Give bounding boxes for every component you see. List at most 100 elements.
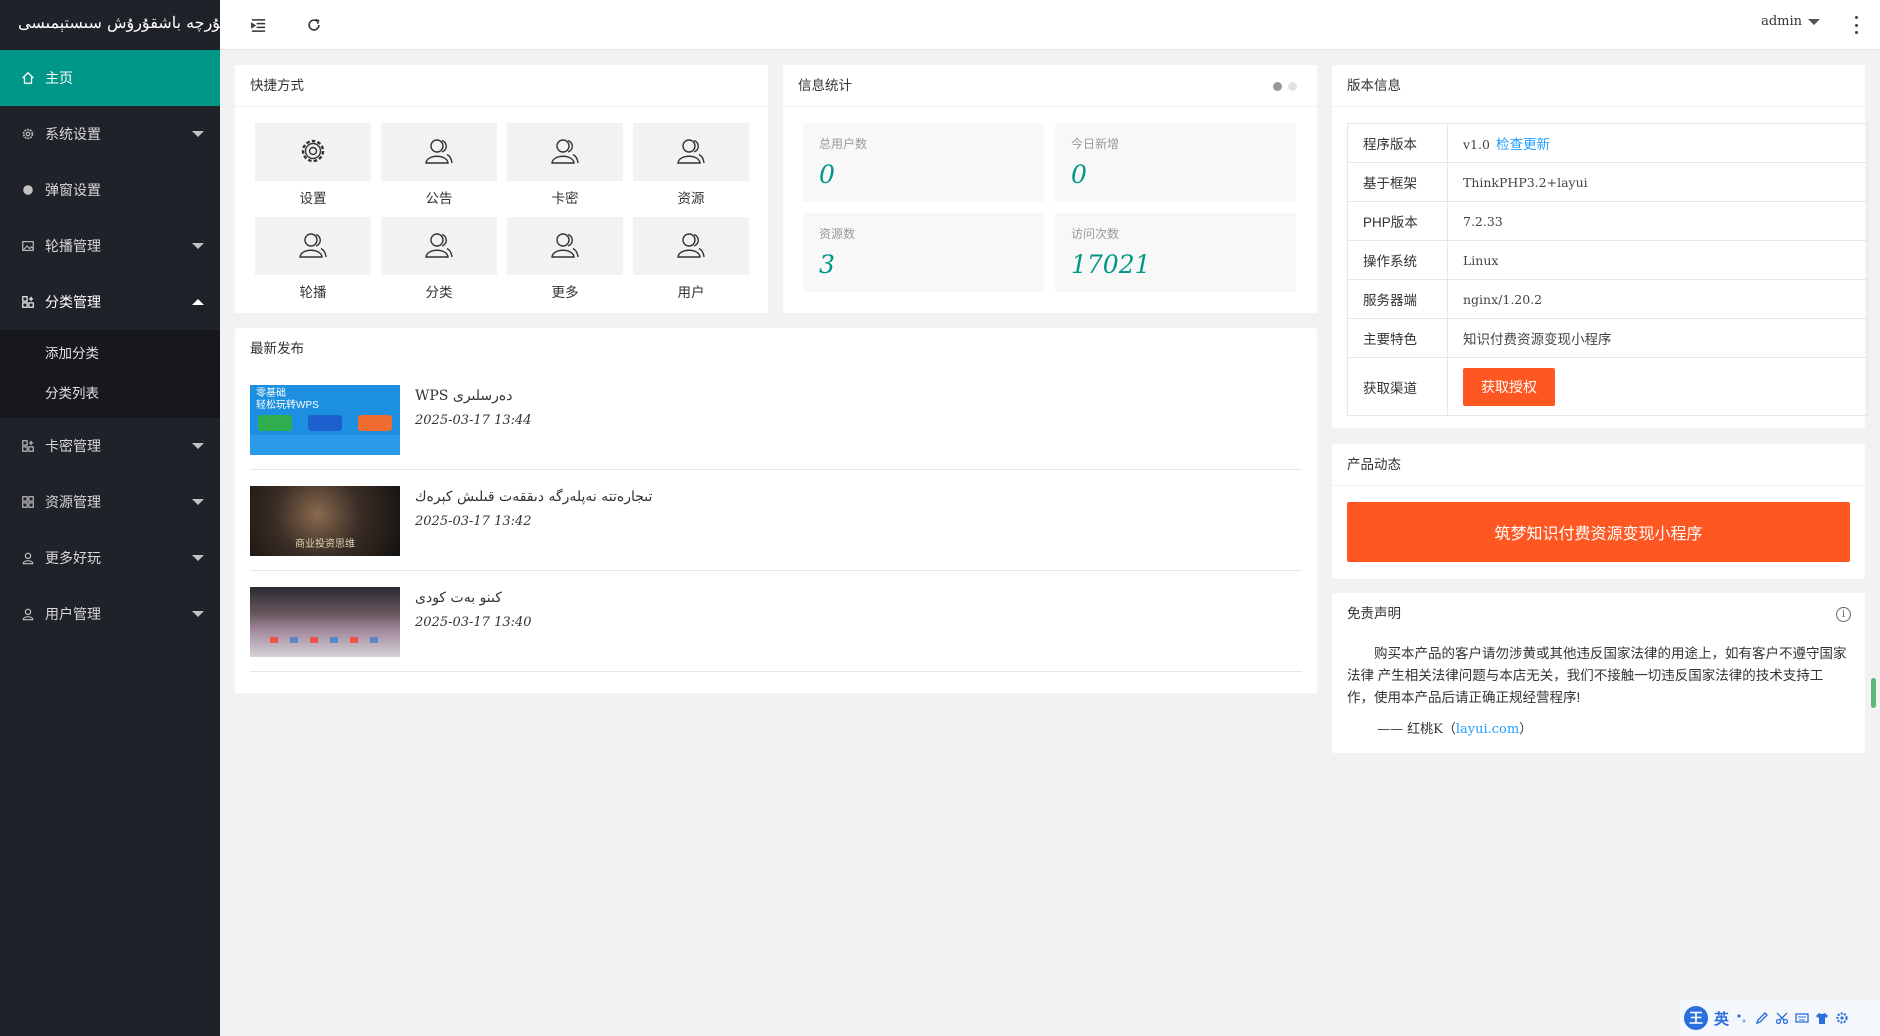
username: admin xyxy=(1761,14,1802,29)
product-banner-button[interactable]: 筑梦知识付费资源变现小程序 xyxy=(1347,502,1850,562)
sidebar-item-more-fun[interactable]: 更多好玩 xyxy=(0,530,220,586)
signature-link[interactable]: layui.com xyxy=(1456,722,1519,737)
shortcut-carousel[interactable]: 轮播 xyxy=(255,217,371,301)
shortcut-resource[interactable]: 资源 xyxy=(633,123,749,207)
shortcut-label: 用户 xyxy=(677,285,705,300)
image-icon xyxy=(20,238,36,254)
shortcut-label: 资源 xyxy=(677,191,705,206)
version-value: v1.0 xyxy=(1463,137,1490,152)
scissors-icon[interactable] xyxy=(1775,1011,1789,1025)
table-row: 服务器端 nginx/1.20.2 xyxy=(1347,279,1868,319)
shortcut-label: 卡密 xyxy=(551,191,579,206)
signature-suffix: ） xyxy=(1519,722,1533,737)
sidebar-item-resource[interactable]: 资源管理 xyxy=(0,474,220,530)
shortcut-label: 更多 xyxy=(551,285,579,300)
app-logo: ئۇيغۇرچە باشقۇرۇش سىستېمىسى总后台 xyxy=(0,0,220,50)
version-info-card: 版本信息 程序版本 v1.0 检查更新 基于框架 ThinkPHP3.2+layu… xyxy=(1332,65,1868,428)
shortcut-card[interactable]: 卡密 xyxy=(507,123,623,207)
chevron-up-icon xyxy=(192,299,204,305)
sidebar-item-category[interactable]: 分类管理 xyxy=(0,274,220,330)
sidebar-item-users[interactable]: 用户管理 xyxy=(0,586,220,642)
shortcut-settings[interactable]: 设置 xyxy=(255,123,371,207)
punctuation-icon[interactable] xyxy=(1735,1011,1749,1025)
card-title: 版本信息 xyxy=(1332,65,1865,107)
user-menu[interactable]: admin xyxy=(1761,14,1820,29)
sidebar-item-home[interactable]: 主页 xyxy=(0,50,220,106)
get-license-button[interactable]: 获取授权 xyxy=(1463,367,1555,406)
table-value: 知识付费资源变现小程序 xyxy=(1447,318,1868,358)
app-icon xyxy=(20,494,36,510)
sidebar-item-system-settings[interactable]: 系统设置 xyxy=(0,106,220,162)
shirt-icon[interactable] xyxy=(1815,1011,1829,1025)
table-value: Linux xyxy=(1447,240,1868,280)
news-thumbnail xyxy=(250,587,400,657)
info-icon[interactable]: i xyxy=(1836,607,1851,622)
pen-icon[interactable] xyxy=(1755,1011,1769,1025)
stat-resources: 资源数 3 xyxy=(803,213,1044,292)
sidebar-submenu: 添加分类 分类列表 xyxy=(0,330,220,418)
sidebar-subitem-add-category[interactable]: 添加分类 xyxy=(0,334,220,374)
chevron-down-icon xyxy=(192,499,204,505)
shortcut-category[interactable]: 分类 xyxy=(381,217,497,301)
user-icon xyxy=(549,229,581,264)
news-item[interactable]: كىنو بەت كودى 2025-03-17 13:40 xyxy=(250,572,1302,672)
card-title: 快捷方式 xyxy=(235,65,768,107)
refresh-icon[interactable] xyxy=(304,15,324,35)
shortcut-label: 分类 xyxy=(425,285,453,300)
table-key: 主要特色 xyxy=(1347,318,1448,358)
sidebar-item-label: 更多好玩 xyxy=(45,550,101,566)
signature-prefix: —— 红桃K（ xyxy=(1377,722,1456,737)
table-value: ThinkPHP3.2+layui xyxy=(1447,162,1868,202)
sidebar-item-carousel[interactable]: 轮播管理 xyxy=(0,218,220,274)
news-thumbnail: 零基础 轻松玩转WPS xyxy=(250,385,400,455)
sidebar-item-label: 资源管理 xyxy=(45,494,101,510)
user-icon xyxy=(20,606,36,622)
stat-today-new: 今日新增 0 xyxy=(1055,123,1296,202)
version-table: 程序版本 v1.0 检查更新 基于框架 ThinkPHP3.2+layui PHP… xyxy=(1347,123,1868,416)
sidebar-item-card[interactable]: 卡密管理 xyxy=(0,418,220,474)
stat-value: 17021 xyxy=(1071,250,1151,279)
table-row: 基于框架 ThinkPHP3.2+layui xyxy=(1347,162,1868,202)
user-icon xyxy=(297,229,329,264)
user-icon xyxy=(675,229,707,264)
table-row: 获取渠道 获取授权 xyxy=(1347,357,1868,416)
settings-icon[interactable] xyxy=(1835,1011,1849,1025)
news-date: 2025-03-17 13:40 xyxy=(415,615,532,630)
home-icon xyxy=(20,70,36,86)
stat-value: 0 xyxy=(819,160,835,189)
ime-mode-toggle[interactable]: 英 xyxy=(1714,1008,1729,1029)
sidebar: ئۇيغۇرچە باشقۇرۇش سىستېمىسى总后台 主页 系统设置 弹… xyxy=(0,0,220,1036)
table-key: 服务器端 xyxy=(1347,279,1448,319)
carousel-indicator[interactable] xyxy=(1273,82,1297,91)
news-title: WPS دەرسلىرى xyxy=(415,388,513,404)
card-title: 最新发布 xyxy=(250,341,304,356)
top-header: admin xyxy=(220,0,1880,50)
disclaimer-text: 购买本产品的客户请勿涉黄或其他违反国家法律的用途上，如有客户不遵守国家法律 产生… xyxy=(1347,646,1847,705)
keyboard-icon[interactable] xyxy=(1795,1011,1809,1025)
circle-icon xyxy=(20,182,36,198)
news-date: 2025-03-17 13:42 xyxy=(415,514,532,529)
news-item[interactable]: 零基础 轻松玩转WPS WPS دەرسلىرى 2025-03-17 13:4… xyxy=(250,370,1302,470)
card-title: 免责声明 xyxy=(1347,606,1401,621)
news-item[interactable]: 商业投资思维 تىجارەتتە نەپلەرگە دىققەت قىلىش ك… xyxy=(250,471,1302,571)
shortcut-more[interactable]: 更多 xyxy=(507,217,623,301)
chevron-down-icon xyxy=(192,131,204,137)
sidebar-item-popup-settings[interactable]: 弹窗设置 xyxy=(0,162,220,218)
ime-toolbar: 王 英 xyxy=(1680,1000,1880,1036)
thumb-text: 商业投资思维 xyxy=(295,539,355,550)
card-title: 产品动态 xyxy=(1332,444,1865,486)
latest-news-card: 最新发布 零基础 轻松玩转WPS WPS دەرسلىرى 2025-03-17… xyxy=(235,328,1317,693)
news-thumbnail: 商业投资思维 xyxy=(250,486,400,556)
more-icon[interactable] xyxy=(1852,16,1860,34)
ime-logo-icon[interactable]: 王 xyxy=(1684,1006,1708,1030)
page-scrollbar[interactable] xyxy=(1871,678,1876,708)
stat-label: 总用户数 xyxy=(819,137,868,151)
sidebar-item-label: 卡密管理 xyxy=(45,438,101,454)
gear-icon xyxy=(20,126,36,142)
sidebar-subitem-category-list[interactable]: 分类列表 xyxy=(0,374,220,414)
user-icon xyxy=(423,135,455,170)
menu-toggle-icon[interactable] xyxy=(248,15,268,35)
check-update-link[interactable]: 检查更新 xyxy=(1496,137,1550,152)
shortcut-users[interactable]: 用户 xyxy=(633,217,749,301)
shortcut-notice[interactable]: 公告 xyxy=(381,123,497,207)
